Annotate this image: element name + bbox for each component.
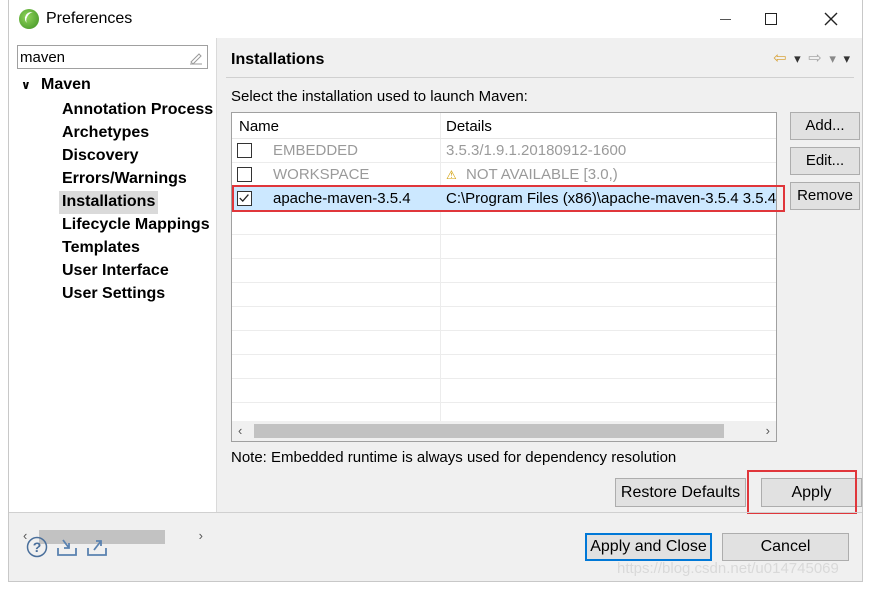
clear-filter-icon[interactable] [188,49,204,65]
installation-name: EMBEDDED [273,142,359,159]
table-row [232,379,776,403]
highlight-selected-row [232,185,785,212]
window-title: Preferences [46,10,133,27]
footer-separator [9,512,862,513]
filter-input[interactable] [20,48,185,66]
add-button[interactable]: Add... [790,112,860,140]
installations-page: Installations ⇦ ▾ ⇨ ▾ ▾ Select the insta… [218,38,862,514]
cancel-button[interactable]: Cancel [722,533,849,561]
page-title: Installations [231,51,325,68]
table-row [232,283,776,307]
table-header: Name Details [232,113,776,139]
installations-table[interactable]: Name Details EMBEDDED 3.5.3/1.9.1.201809… [231,112,777,442]
installation-details: NOT AVAILABLE [3.0,) [466,166,618,183]
scrollbar-thumb[interactable] [254,424,724,438]
eclipse-app-icon [19,9,39,29]
embedded-runtime-note: Note: Embedded runtime is always used fo… [231,449,677,466]
tree-item-user-settings[interactable]: User Settings [59,283,214,306]
svg-text:?: ? [33,539,42,555]
import-icon[interactable] [55,536,79,558]
table-row-embedded[interactable]: EMBEDDED 3.5.3/1.9.1.20180912-1600 [232,139,776,163]
row-checkbox[interactable] [237,167,252,182]
chevron-down-icon[interactable]: ∨ [21,78,35,92]
table-row [232,355,776,379]
table-row [232,235,776,259]
warning-icon: ⚠ [446,168,457,182]
forward-arrow-icon[interactable]: ⇨ [808,48,821,68]
restore-defaults-button[interactable]: Restore Defaults [615,478,746,507]
tree-item-discovery[interactable]: Discovery [59,145,214,168]
tree-children: Annotation Process Archetypes Discovery … [59,99,214,306]
remove-button[interactable]: Remove [790,182,860,210]
table-row [232,307,776,331]
installations-prompt: Select the installation used to launch M… [231,88,528,105]
column-header-name[interactable]: Name [239,118,279,135]
scroll-left-icon[interactable]: ‹ [238,423,242,438]
tree-item-templates[interactable]: Templates [59,237,214,260]
view-menu-icon[interactable]: ▾ [843,51,850,67]
scroll-right-icon[interactable]: › [199,528,203,543]
edit-button[interactable]: Edit... [790,147,860,175]
highlight-apply-button [747,470,857,514]
tree-item-annotation-processing[interactable]: Annotation Process [59,99,214,122]
close-icon [824,12,838,26]
tree-item-errors-warnings[interactable]: Errors/Warnings [59,168,214,191]
back-menu-icon[interactable]: ▾ [794,51,801,67]
back-arrow-icon[interactable]: ⇦ [773,48,786,68]
filter-field[interactable] [17,45,208,69]
minimize-button[interactable] [702,0,748,38]
column-header-details[interactable]: Details [446,118,492,135]
watermark-text: https://blog.csdn.net/u014745069 [617,560,839,577]
preference-tree-panel: ∨ Maven Annotation Process Archetypes Dis… [9,38,217,546]
installation-details-cell: ⚠ NOT AVAILABLE [3.0,) [446,166,776,183]
tree-root-label: Maven [41,76,91,93]
tree-item-archetypes[interactable]: Archetypes [59,122,214,145]
installation-name: WORKSPACE [273,166,370,183]
apply-and-close-button[interactable]: Apply and Close [585,533,712,561]
row-checkbox[interactable] [237,143,252,158]
maximize-icon [765,13,777,25]
preferences-window: Preferences ∨ Maven Annotation Process Ar… [8,0,863,582]
table-row [232,331,776,355]
export-icon[interactable] [85,536,109,558]
table-row [232,211,776,235]
forward-menu-icon[interactable]: ▾ [829,51,836,67]
minimize-icon [719,18,731,20]
close-button[interactable] [808,0,854,38]
tree-item-installations[interactable]: Installations [59,191,159,214]
help-icon[interactable]: ? [26,536,48,558]
table-row-workspace[interactable]: WORKSPACE ⚠ NOT AVAILABLE [3.0,) [232,163,776,187]
installation-details: 3.5.3/1.9.1.20180912-1600 [446,142,627,159]
title-bar: Preferences [9,0,862,38]
table-row [232,259,776,283]
maximize-button[interactable] [748,0,794,38]
tree-item-lifecycle-mappings[interactable]: Lifecycle Mappings [59,214,214,237]
tree-item-user-interface[interactable]: User Interface [59,260,214,283]
tree-root-maven[interactable]: ∨ Maven [21,76,91,94]
scroll-right-icon[interactable]: › [766,423,770,438]
title-separator [226,77,854,78]
page-navigation: ⇦ ▾ ⇨ ▾ ▾ [769,48,850,68]
table-horizontal-scrollbar[interactable]: ‹ › [232,421,776,441]
